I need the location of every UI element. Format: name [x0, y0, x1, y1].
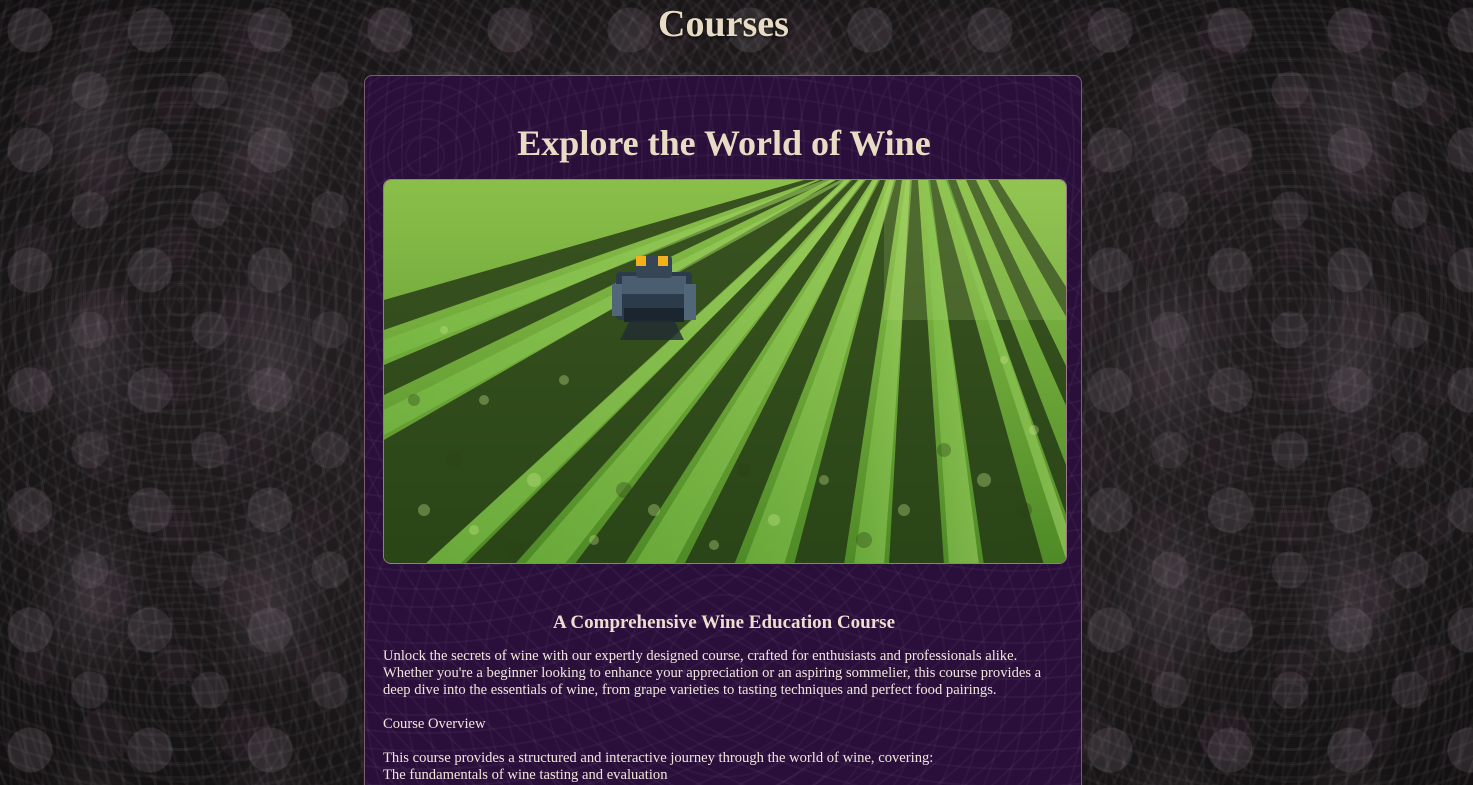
list-item: The fundamentals of wine tasting and eva… [383, 767, 668, 783]
page-title: Courses [658, 3, 789, 45]
intro-paragraph: Unlock the secrets of wine with our expe… [383, 648, 1042, 698]
course-subtitle: A Comprehensive Wine Education Course [552, 612, 896, 633]
course-heading: Explore the World of Wine [517, 123, 931, 163]
overview-label: Course Overview [383, 716, 486, 732]
vineyard-image [383, 179, 1067, 564]
course-description: Unlock the secrets of wine with our expe… [383, 648, 1067, 784]
overview-text: This course provides a structured and in… [383, 750, 934, 766]
course-card: Explore the World of Wine A Comprehensiv… [364, 75, 1082, 785]
